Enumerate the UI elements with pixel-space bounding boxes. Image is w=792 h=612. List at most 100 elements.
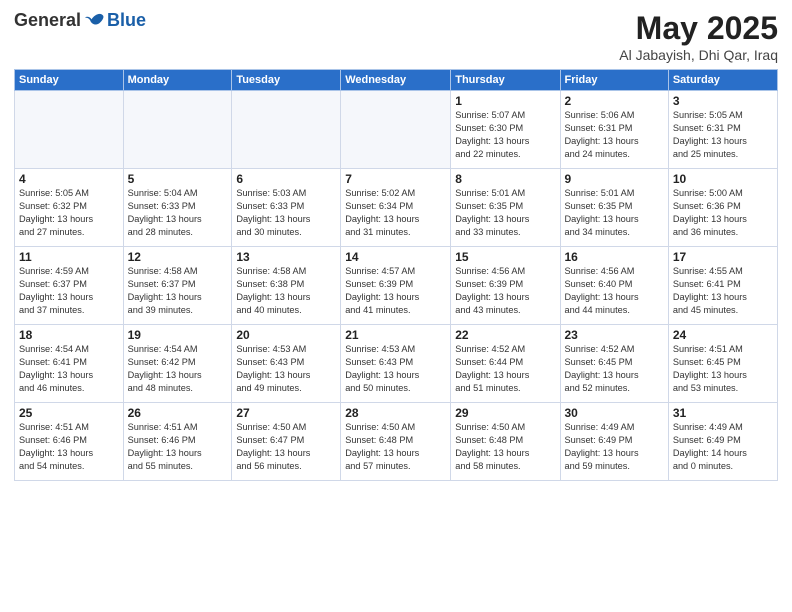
calendar-header-tuesday: Tuesday bbox=[232, 70, 341, 91]
calendar-cell: 1Sunrise: 5:07 AM Sunset: 6:30 PM Daylig… bbox=[451, 91, 560, 169]
calendar: SundayMondayTuesdayWednesdayThursdayFrid… bbox=[14, 69, 778, 481]
day-number: 18 bbox=[19, 328, 119, 342]
day-number: 11 bbox=[19, 250, 119, 264]
calendar-cell: 23Sunrise: 4:52 AM Sunset: 6:45 PM Dayli… bbox=[560, 325, 668, 403]
calendar-header-friday: Friday bbox=[560, 70, 668, 91]
day-number: 31 bbox=[673, 406, 773, 420]
day-number: 20 bbox=[236, 328, 336, 342]
calendar-cell: 8Sunrise: 5:01 AM Sunset: 6:35 PM Daylig… bbox=[451, 169, 560, 247]
day-info: Sunrise: 4:49 AM Sunset: 6:49 PM Dayligh… bbox=[673, 421, 773, 473]
day-info: Sunrise: 4:51 AM Sunset: 6:46 PM Dayligh… bbox=[128, 421, 228, 473]
day-info: Sunrise: 5:05 AM Sunset: 6:32 PM Dayligh… bbox=[19, 187, 119, 239]
day-number: 19 bbox=[128, 328, 228, 342]
location: Al Jabayish, Dhi Qar, Iraq bbox=[619, 47, 778, 63]
day-number: 14 bbox=[345, 250, 446, 264]
day-info: Sunrise: 4:52 AM Sunset: 6:45 PM Dayligh… bbox=[565, 343, 664, 395]
day-number: 9 bbox=[565, 172, 664, 186]
day-info: Sunrise: 4:56 AM Sunset: 6:39 PM Dayligh… bbox=[455, 265, 555, 317]
day-info: Sunrise: 4:51 AM Sunset: 6:45 PM Dayligh… bbox=[673, 343, 773, 395]
day-info: Sunrise: 5:06 AM Sunset: 6:31 PM Dayligh… bbox=[565, 109, 664, 161]
title-area: May 2025 Al Jabayish, Dhi Qar, Iraq bbox=[619, 10, 778, 63]
day-number: 21 bbox=[345, 328, 446, 342]
day-number: 17 bbox=[673, 250, 773, 264]
day-number: 12 bbox=[128, 250, 228, 264]
day-number: 27 bbox=[236, 406, 336, 420]
day-info: Sunrise: 4:57 AM Sunset: 6:39 PM Dayligh… bbox=[345, 265, 446, 317]
logo-blue: Blue bbox=[107, 10, 146, 31]
day-info: Sunrise: 4:56 AM Sunset: 6:40 PM Dayligh… bbox=[565, 265, 664, 317]
calendar-cell bbox=[123, 91, 232, 169]
day-info: Sunrise: 5:01 AM Sunset: 6:35 PM Dayligh… bbox=[455, 187, 555, 239]
calendar-week-1: 1Sunrise: 5:07 AM Sunset: 6:30 PM Daylig… bbox=[15, 91, 778, 169]
day-info: Sunrise: 5:04 AM Sunset: 6:33 PM Dayligh… bbox=[128, 187, 228, 239]
calendar-cell: 28Sunrise: 4:50 AM Sunset: 6:48 PM Dayli… bbox=[341, 403, 451, 481]
day-number: 7 bbox=[345, 172, 446, 186]
calendar-cell: 30Sunrise: 4:49 AM Sunset: 6:49 PM Dayli… bbox=[560, 403, 668, 481]
calendar-cell: 9Sunrise: 5:01 AM Sunset: 6:35 PM Daylig… bbox=[560, 169, 668, 247]
day-info: Sunrise: 4:55 AM Sunset: 6:41 PM Dayligh… bbox=[673, 265, 773, 317]
day-info: Sunrise: 4:58 AM Sunset: 6:37 PM Dayligh… bbox=[128, 265, 228, 317]
day-info: Sunrise: 4:52 AM Sunset: 6:44 PM Dayligh… bbox=[455, 343, 555, 395]
calendar-week-3: 11Sunrise: 4:59 AM Sunset: 6:37 PM Dayli… bbox=[15, 247, 778, 325]
day-info: Sunrise: 4:50 AM Sunset: 6:48 PM Dayligh… bbox=[345, 421, 446, 473]
calendar-cell: 22Sunrise: 4:52 AM Sunset: 6:44 PM Dayli… bbox=[451, 325, 560, 403]
calendar-cell: 11Sunrise: 4:59 AM Sunset: 6:37 PM Dayli… bbox=[15, 247, 124, 325]
calendar-cell: 15Sunrise: 4:56 AM Sunset: 6:39 PM Dayli… bbox=[451, 247, 560, 325]
calendar-cell: 26Sunrise: 4:51 AM Sunset: 6:46 PM Dayli… bbox=[123, 403, 232, 481]
calendar-cell: 25Sunrise: 4:51 AM Sunset: 6:46 PM Dayli… bbox=[15, 403, 124, 481]
calendar-cell: 24Sunrise: 4:51 AM Sunset: 6:45 PM Dayli… bbox=[668, 325, 777, 403]
day-number: 8 bbox=[455, 172, 555, 186]
day-number: 1 bbox=[455, 94, 555, 108]
calendar-week-4: 18Sunrise: 4:54 AM Sunset: 6:41 PM Dayli… bbox=[15, 325, 778, 403]
day-info: Sunrise: 4:50 AM Sunset: 6:47 PM Dayligh… bbox=[236, 421, 336, 473]
calendar-cell: 27Sunrise: 4:50 AM Sunset: 6:47 PM Dayli… bbox=[232, 403, 341, 481]
logo-text: General Blue bbox=[14, 10, 146, 31]
day-info: Sunrise: 4:54 AM Sunset: 6:41 PM Dayligh… bbox=[19, 343, 119, 395]
calendar-cell: 13Sunrise: 4:58 AM Sunset: 6:38 PM Dayli… bbox=[232, 247, 341, 325]
day-number: 10 bbox=[673, 172, 773, 186]
day-number: 6 bbox=[236, 172, 336, 186]
day-info: Sunrise: 4:53 AM Sunset: 6:43 PM Dayligh… bbox=[345, 343, 446, 395]
day-number: 25 bbox=[19, 406, 119, 420]
logo-general: General bbox=[14, 10, 81, 31]
calendar-cell: 21Sunrise: 4:53 AM Sunset: 6:43 PM Dayli… bbox=[341, 325, 451, 403]
calendar-cell: 2Sunrise: 5:06 AM Sunset: 6:31 PM Daylig… bbox=[560, 91, 668, 169]
calendar-cell: 31Sunrise: 4:49 AM Sunset: 6:49 PM Dayli… bbox=[668, 403, 777, 481]
calendar-cell: 16Sunrise: 4:56 AM Sunset: 6:40 PM Dayli… bbox=[560, 247, 668, 325]
day-number: 2 bbox=[565, 94, 664, 108]
day-number: 23 bbox=[565, 328, 664, 342]
calendar-cell bbox=[232, 91, 341, 169]
day-info: Sunrise: 5:05 AM Sunset: 6:31 PM Dayligh… bbox=[673, 109, 773, 161]
day-number: 16 bbox=[565, 250, 664, 264]
day-info: Sunrise: 4:49 AM Sunset: 6:49 PM Dayligh… bbox=[565, 421, 664, 473]
calendar-week-5: 25 Sunrise: 4:51 AM Sunset: 6:46 PM Dayli… bbox=[15, 403, 778, 481]
calendar-cell: 17Sunrise: 4:55 AM Sunset: 6:41 PM Dayli… bbox=[668, 247, 777, 325]
calendar-cell: 4Sunrise: 5:05 AM Sunset: 6:32 PM Daylig… bbox=[15, 169, 124, 247]
day-info: Sunrise: 4:50 AM Sunset: 6:48 PM Dayligh… bbox=[455, 421, 555, 473]
day-info: Sunrise: 4:53 AM Sunset: 6:43 PM Dayligh… bbox=[236, 343, 336, 395]
day-info: Sunrise: 5:02 AM Sunset: 6:34 PM Dayligh… bbox=[345, 187, 446, 239]
day-number: 22 bbox=[455, 328, 555, 342]
day-number: 4 bbox=[19, 172, 119, 186]
logo-bird-icon bbox=[85, 11, 105, 31]
day-number: 3 bbox=[673, 94, 773, 108]
calendar-cell: 14Sunrise: 4:57 AM Sunset: 6:39 PM Dayli… bbox=[341, 247, 451, 325]
calendar-cell: 20Sunrise: 4:53 AM Sunset: 6:43 PM Dayli… bbox=[232, 325, 341, 403]
calendar-week-2: 4Sunrise: 5:05 AM Sunset: 6:32 PM Daylig… bbox=[15, 169, 778, 247]
day-info: Sunrise: 5:03 AM Sunset: 6:33 PM Dayligh… bbox=[236, 187, 336, 239]
calendar-cell: 3Sunrise: 5:05 AM Sunset: 6:31 PM Daylig… bbox=[668, 91, 777, 169]
calendar-cell: 7Sunrise: 5:02 AM Sunset: 6:34 PM Daylig… bbox=[341, 169, 451, 247]
day-info: Sunrise: 5:00 AM Sunset: 6:36 PM Dayligh… bbox=[673, 187, 773, 239]
day-number: 29 bbox=[455, 406, 555, 420]
calendar-cell: 18Sunrise: 4:54 AM Sunset: 6:41 PM Dayli… bbox=[15, 325, 124, 403]
day-number: 13 bbox=[236, 250, 336, 264]
calendar-cell: 29Sunrise: 4:50 AM Sunset: 6:48 PM Dayli… bbox=[451, 403, 560, 481]
header: General Blue May 2025 Al Jabayish, Dhi Q… bbox=[14, 10, 778, 63]
day-number: 26 bbox=[128, 406, 228, 420]
month-title: May 2025 bbox=[619, 10, 778, 47]
day-number: 28 bbox=[345, 406, 446, 420]
calendar-header-saturday: Saturday bbox=[668, 70, 777, 91]
day-number: 5 bbox=[128, 172, 228, 186]
calendar-cell bbox=[341, 91, 451, 169]
calendar-header-monday: Monday bbox=[123, 70, 232, 91]
